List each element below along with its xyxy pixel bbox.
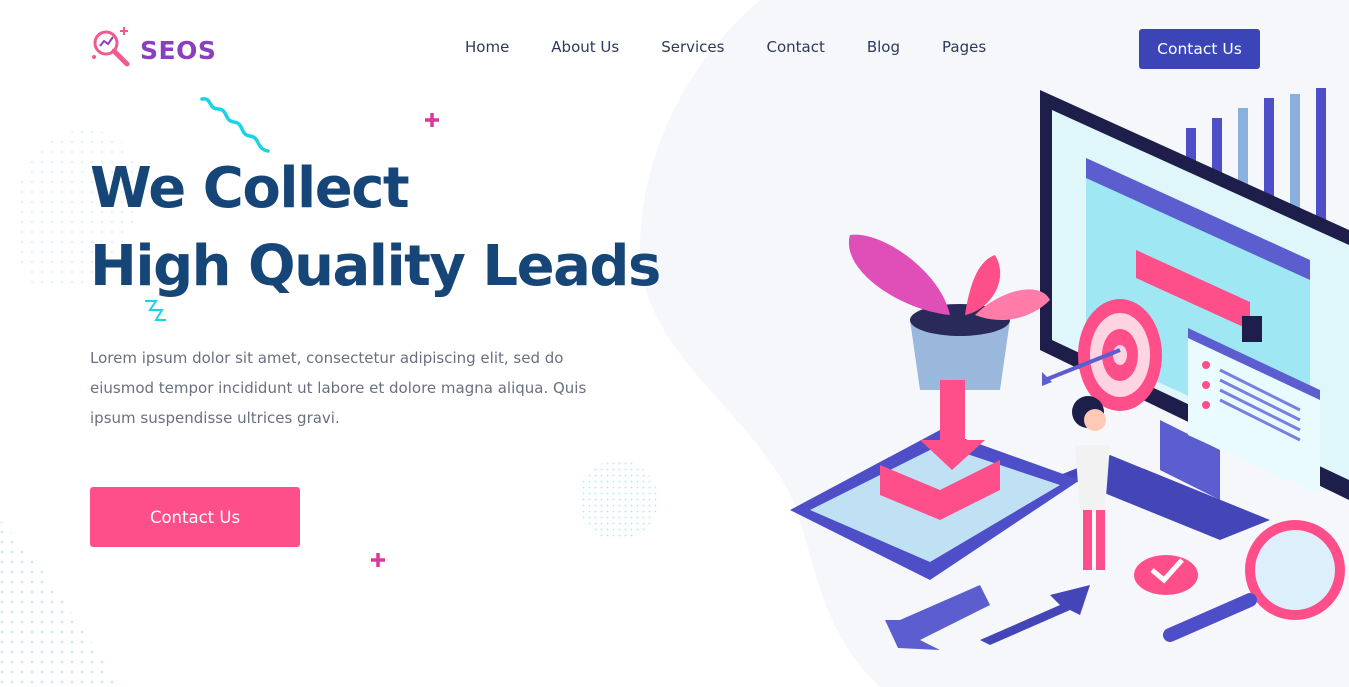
hero-contact-button[interactable]: Contact Us — [90, 487, 300, 547]
seo-illustration — [790, 88, 1349, 650]
nav-item-blog[interactable]: Blog — [867, 38, 900, 56]
hero-title: We Collect High Quality Leads — [90, 150, 770, 306]
main-nav: Home About Us Services Contact Blog Page… — [465, 38, 986, 56]
plus-decoration — [425, 113, 439, 127]
nav-item-home[interactable]: Home — [465, 38, 509, 56]
tablet-icon — [790, 380, 1080, 580]
hero-description: Lorem ipsum dolor sit amet, consectetur … — [90, 349, 587, 427]
nav-item-about-us[interactable]: About Us — [551, 38, 619, 56]
arrows-icon — [885, 585, 1090, 650]
brand-logo[interactable]: SEOS — [90, 27, 216, 73]
plant-icon — [848, 234, 1050, 390]
nav-item-services[interactable]: Services — [661, 38, 724, 56]
magnifier-chart-icon — [90, 27, 132, 73]
hero-title-line-2: High Quality Leads — [90, 234, 661, 299]
person-icon — [1072, 396, 1110, 570]
nav-item-contact[interactable]: Contact — [766, 38, 824, 56]
plus-decoration — [371, 553, 385, 567]
hero-title-line-1: We Collect — [90, 156, 410, 221]
nav-item-pages[interactable]: Pages — [942, 38, 986, 56]
check-badge-icon — [1134, 555, 1198, 595]
brand-name: SEOS — [140, 35, 217, 65]
squiggle-decoration — [200, 97, 270, 153]
header-contact-button[interactable]: Contact Us — [1139, 29, 1260, 69]
